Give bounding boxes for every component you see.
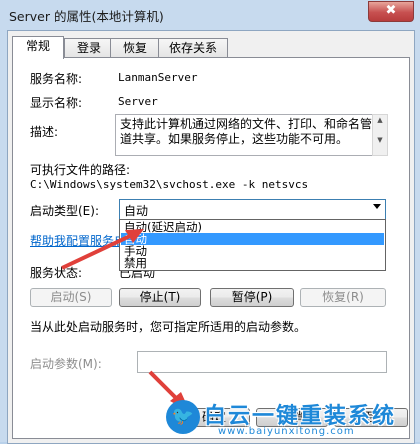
option-manual[interactable]: 手动 (121, 245, 384, 257)
tab-logon[interactable]: 登录 (64, 38, 114, 58)
watermark-url: www.baiyunxitong.com (218, 426, 355, 437)
startup-param-input[interactable] (137, 351, 387, 373)
bird-logo-icon: 🐦 (166, 400, 200, 434)
description-label: 描述: (30, 125, 59, 139)
service-name-label: 服务名称: (30, 72, 83, 86)
exe-path-label: 可执行文件的路径: (30, 163, 131, 177)
option-auto-delayed[interactable]: 自动(延迟启动) (121, 221, 384, 233)
service-name-value: LanmanServer (118, 71, 198, 84)
description-scrollbar[interactable]: ▲ ▼ (372, 114, 388, 156)
service-status-label: 服务状态: (30, 266, 83, 280)
tab-general[interactable]: 常规 (12, 36, 64, 59)
pause-button[interactable]: 暂停(P) (210, 288, 294, 307)
startup-type-value: 自动 (124, 204, 149, 218)
close-icon: ✖ (385, 3, 397, 18)
exe-path-value: C:\Windows\system32\svchost.exe -k netsv… (30, 178, 309, 191)
option-disabled[interactable]: 禁用 (121, 257, 384, 269)
startup-param-label: 启动参数(M): (30, 357, 102, 371)
start-button[interactable]: 启动(S) (30, 288, 112, 307)
startup-type-dropdown: 自动(延迟启动) 自动 手动 禁用 (119, 219, 386, 271)
brand-watermark: 🐦 白云一键重装系统 www.baiyunxitong.com (166, 396, 420, 442)
stop-button[interactable]: 停止(T) (119, 288, 201, 307)
window-title: Server 的属性(本地计算机) (9, 9, 164, 24)
tab-dependencies[interactable]: 依存关系 (158, 38, 228, 58)
chevron-down-icon[interactable] (373, 204, 381, 209)
description-box[interactable]: 支持此计算机通过网络的文件、打印、和命名管道共享。如果服务停止，这些功能不可用。 (115, 114, 380, 156)
tab-recovery[interactable]: 恢复 (110, 38, 160, 58)
startup-param-hint: 当从此处启动服务时，您可指定所适用的启动参数。 (30, 320, 307, 334)
close-button[interactable]: ✖ (368, 1, 414, 22)
display-name-label: 显示名称: (30, 96, 83, 110)
option-auto[interactable]: 自动 (121, 233, 384, 245)
startup-type-label: 启动类型(E): (30, 204, 99, 218)
display-name-value: Server (118, 95, 158, 108)
title-bar[interactable]: Server 的属性(本地计算机) ✖ (0, 0, 420, 26)
startup-type-select[interactable]: 自动 (119, 199, 386, 220)
resume-button[interactable]: 恢复(R) (300, 288, 386, 307)
